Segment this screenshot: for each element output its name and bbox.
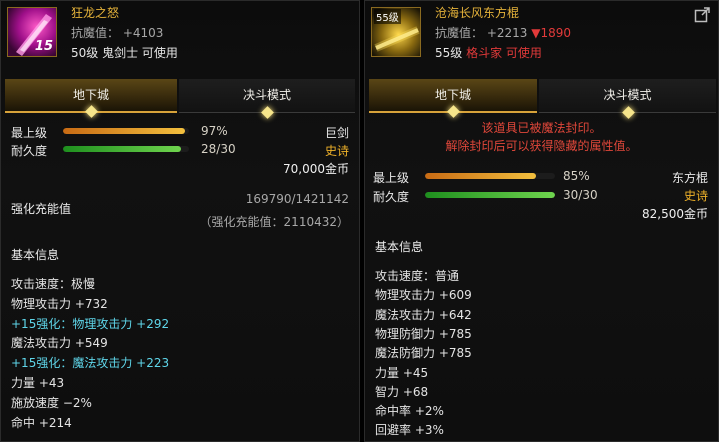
item-header: 15 狂龙之怒 抗魔值： +4103 50级 鬼剑士 可使用 bbox=[1, 1, 359, 71]
grade-label: 最上级 bbox=[11, 126, 48, 140]
tab-duel-label: 决斗模式 bbox=[242, 88, 291, 102]
stat-line: 智力 +68 bbox=[375, 384, 429, 399]
stat-line: +15强化：魔法攻击力 +223 bbox=[11, 356, 170, 371]
durability-value: 30/30 bbox=[563, 188, 598, 202]
stat-line: 魔法防御力 +785 bbox=[375, 346, 472, 361]
requirement: 50级 鬼剑士 可使用 bbox=[71, 46, 178, 60]
item-name: 沧海长风东方棍 bbox=[435, 6, 520, 20]
tab-gem-icon bbox=[447, 105, 460, 118]
tab-dungeon[interactable]: 地下城 bbox=[5, 79, 177, 118]
item-name: 狂龙之怒 bbox=[71, 6, 120, 20]
price: 70,000金币 bbox=[283, 162, 349, 176]
charge-value: 169790/1421142 bbox=[245, 192, 349, 206]
durability-bar-fill bbox=[63, 146, 181, 152]
item-type: 东方棍 bbox=[671, 171, 708, 185]
stat-line: 魔法攻击力 +549 bbox=[11, 336, 108, 351]
grade-percent: 85% bbox=[563, 169, 590, 183]
requirement: 55级 格斗家 可使用 bbox=[435, 44, 542, 61]
tab-gem-icon bbox=[85, 105, 98, 118]
charge-sub: （强化充能值：2110432） bbox=[199, 215, 349, 229]
grade-bar bbox=[63, 128, 189, 134]
tab-dungeon-label: 地下城 bbox=[434, 88, 471, 102]
tab-duel[interactable]: 决斗模式 bbox=[179, 79, 355, 119]
enhance-badge: 15 bbox=[34, 39, 53, 54]
stat-line: 力量 +43 bbox=[11, 376, 65, 390]
stat-line: 物理攻击力 +732 bbox=[11, 296, 108, 311]
tab-duel[interactable]: 决斗模式 bbox=[539, 79, 716, 119]
tab-gem-icon bbox=[621, 106, 635, 119]
durability-bar bbox=[425, 192, 555, 198]
stat-line: 物理攻击力 +609 bbox=[375, 288, 472, 303]
greatsword-item-icon: 15 bbox=[7, 7, 57, 57]
durability-value: 28/30 bbox=[201, 142, 236, 156]
resist-base: 抗魔值： +2213 bbox=[435, 26, 528, 40]
mode-tabs: 地下城 决斗模式 bbox=[1, 79, 359, 119]
tab-dungeon-label: 地下城 bbox=[72, 88, 109, 102]
seal-message-line1: 该道具已被魔法封印。 bbox=[481, 121, 602, 135]
item-header: 55级 沧海长风东方棍 抗魔值： +2213 ▼1890 55级 格斗家 可使用 bbox=[365, 1, 718, 71]
grade-percent: 97% bbox=[201, 124, 228, 138]
resist-value: 抗魔值： +2213 ▼1890 bbox=[435, 24, 571, 41]
stat-line: +15强化：物理攻击力 +292 bbox=[11, 316, 170, 331]
rarity: 史诗 bbox=[324, 144, 349, 158]
durability-bar bbox=[63, 146, 189, 152]
tab-duel-label: 决斗模式 bbox=[603, 88, 652, 102]
item-type: 巨剑 bbox=[324, 126, 349, 140]
stat-line: 命中率 +2% bbox=[375, 404, 444, 419]
charge-label: 强化充能值 bbox=[11, 202, 72, 216]
item-tooltip-right: 55级 沧海长风东方棍 抗魔值： +2213 ▼1890 55级 格斗家 可使用… bbox=[364, 0, 719, 442]
level-badge: 55级 bbox=[374, 9, 401, 24]
grade-bar-fill bbox=[425, 173, 536, 179]
durability-bar-fill bbox=[425, 192, 555, 198]
resist-value: 抗魔值： +4103 bbox=[71, 26, 164, 40]
durability-label: 耐久度 bbox=[373, 190, 410, 204]
stat-line: 回避率 +3% bbox=[375, 423, 444, 438]
seal-message-line2: 解除封印后可以获得隐藏的属性值。 bbox=[445, 139, 638, 153]
req-class: 格斗家 可使用 bbox=[466, 46, 542, 60]
grade-bar bbox=[425, 173, 555, 179]
rarity: 史诗 bbox=[683, 189, 708, 203]
mode-tabs: 地下城 决斗模式 bbox=[365, 79, 718, 119]
durability-label: 耐久度 bbox=[11, 144, 48, 158]
staff-item-icon: 55级 bbox=[371, 7, 421, 57]
stat-line: 攻击速度：极慢 bbox=[11, 277, 96, 291]
req-level: 55级 bbox=[435, 46, 463, 60]
resist-diff: ▼1890 bbox=[531, 26, 572, 40]
tab-dungeon[interactable]: 地下城 bbox=[369, 79, 537, 118]
stat-line: 魔法攻击力 +642 bbox=[375, 307, 472, 322]
stat-line: 攻击速度：普通 bbox=[375, 269, 460, 283]
basic-info-title: 基本信息 bbox=[375, 240, 424, 254]
stat-line: 施放速度 −2% bbox=[11, 395, 92, 410]
item-tooltip-left: 15 狂龙之怒 抗魔值： +4103 50级 鬼剑士 可使用 地下城 决斗模式 … bbox=[0, 0, 360, 442]
stat-line: 命中 +214 bbox=[11, 415, 72, 430]
grade-label: 最上级 bbox=[373, 171, 410, 185]
basic-info-title: 基本信息 bbox=[11, 248, 60, 262]
stat-line: 力量 +45 bbox=[375, 365, 429, 380]
share-icon[interactable] bbox=[694, 7, 710, 23]
tab-gem-icon bbox=[261, 106, 274, 119]
grade-bar-fill bbox=[63, 128, 186, 134]
price: 82,500金币 bbox=[642, 207, 708, 221]
stat-line: 物理防御力 +785 bbox=[375, 326, 472, 341]
